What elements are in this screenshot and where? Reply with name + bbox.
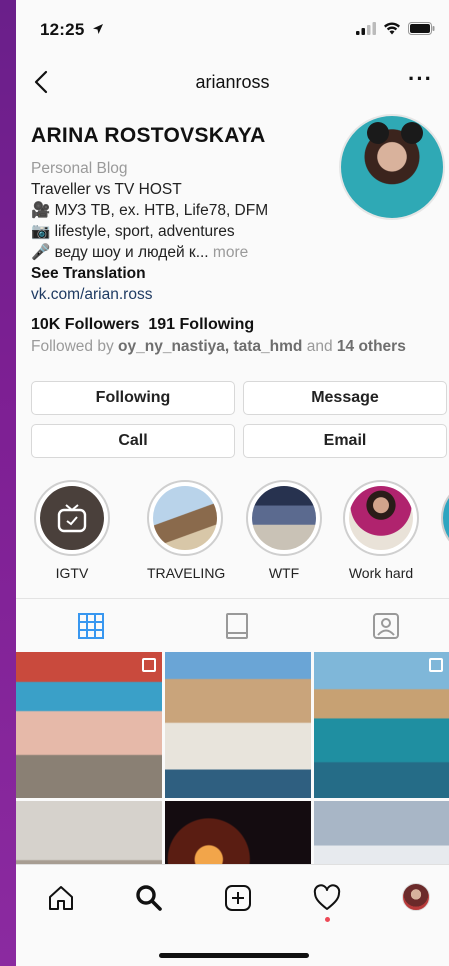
highlight-ring-partial — [441, 480, 449, 556]
highlight-work-hard[interactable]: Work hard — [343, 480, 419, 581]
bio-more-link[interactable]: more — [213, 244, 248, 261]
message-button[interactable]: Message — [243, 381, 447, 415]
profile-website-link[interactable]: vk.com/arian.ross — [31, 284, 331, 305]
bio-line: 🎤 веду шоу и людей к... more — [31, 242, 331, 263]
profile-tabs — [16, 598, 449, 652]
multi-photo-icon — [429, 658, 443, 672]
bottom-nav-bar — [16, 864, 449, 966]
multi-photo-icon — [142, 658, 156, 672]
followed-by-users: oy_ny_nastiya, tata_hmd — [118, 338, 303, 355]
status-icons — [356, 22, 435, 35]
following-button[interactable]: Following — [31, 381, 235, 415]
profile-header: arianross ··· — [16, 58, 449, 106]
grid-photo[interactable] — [16, 801, 162, 864]
following-count[interactable]: 191 Following — [148, 316, 254, 333]
more-options-icon[interactable]: ··· — [408, 66, 433, 92]
see-translation-link[interactable]: See Translation — [31, 263, 331, 284]
highlight-label: TRAVELING — [147, 565, 226, 581]
highlight-label: IGTV — [55, 565, 89, 581]
grid-photo[interactable] — [314, 801, 449, 864]
grid-photo[interactable] — [314, 652, 449, 798]
tagged-icon[interactable] — [371, 611, 401, 641]
highlight-ring — [246, 480, 322, 556]
home-icon[interactable] — [46, 883, 76, 913]
grid-photo[interactable] — [165, 801, 311, 864]
followers-count[interactable]: 10K Followers — [31, 316, 139, 333]
wifi-icon — [384, 22, 400, 35]
highlight-ring — [34, 480, 110, 556]
bio-line: 📷 lifestyle, sport, adventures — [31, 223, 235, 240]
grid-icon[interactable] — [76, 611, 106, 641]
bio-line: 🎥 МУЗ ТВ, ex. НТВ, Life78, DFM — [31, 202, 269, 219]
instagram-profile-screen: 12:25 arianross ··· ARINA ROSTOVSKAYA Pe… — [16, 0, 449, 966]
battery-icon — [408, 22, 435, 35]
home-indicator — [159, 953, 309, 958]
profile-category: Personal Blog — [31, 160, 128, 177]
email-button[interactable]: Email — [243, 424, 447, 458]
add-icon[interactable] — [223, 883, 253, 913]
work-hard-photo — [349, 486, 413, 550]
highlight-igtv[interactable]: IGTV — [34, 480, 110, 581]
search-icon[interactable] — [134, 883, 164, 913]
highlight-label: WTF — [268, 565, 300, 581]
followed-by-prefix: Followed by — [31, 338, 114, 355]
profile-stats: 10K Followers 191 Following — [31, 316, 254, 334]
profile-avatar[interactable] — [402, 883, 430, 911]
followed-by-text[interactable]: Followed by oy_ny_nastiya, tata_hmd and … — [31, 338, 406, 356]
grid-photo[interactable] — [16, 652, 162, 798]
followed-by-others: 14 others — [336, 338, 406, 355]
profile-full-name: ARINA ROSTOVSKAYA — [31, 124, 266, 147]
profile-avatar-large[interactable] — [339, 114, 445, 220]
heart-icon[interactable] — [312, 883, 342, 913]
notification-dot — [325, 917, 330, 922]
call-button[interactable]: Call — [31, 424, 235, 458]
grid-photo[interactable] — [165, 652, 311, 798]
highlight-label: Work hard — [348, 565, 414, 581]
profile-bio: Personal Blog Traveller vs TV HOST 🎥 МУЗ… — [31, 158, 331, 305]
feed-icon[interactable] — [222, 611, 252, 641]
signal-icon — [356, 22, 376, 35]
followed-by-and: and — [306, 338, 333, 355]
highlight-ring — [147, 480, 223, 556]
highlight-traveling[interactable]: TRAVELING — [147, 480, 226, 581]
status-bar: 12:25 — [16, 0, 449, 58]
highlight-ring — [343, 480, 419, 556]
profile-username-title: arianross — [195, 72, 270, 92]
igtv-icon — [40, 486, 104, 550]
traveling-photo — [153, 486, 217, 550]
bio-line-text: 🎤 веду шоу и людей к... — [31, 244, 209, 261]
status-time: 12:25 — [40, 20, 104, 40]
highlight-partial[interactable] — [441, 480, 449, 556]
time-text: 12:25 — [40, 20, 85, 39]
bio-line: Traveller vs TV HOST — [31, 181, 182, 198]
photo-grid — [16, 652, 449, 864]
wtf-photo — [252, 486, 316, 550]
location-arrow-icon — [93, 24, 104, 34]
highlight-wtf[interactable]: WTF — [246, 480, 322, 581]
